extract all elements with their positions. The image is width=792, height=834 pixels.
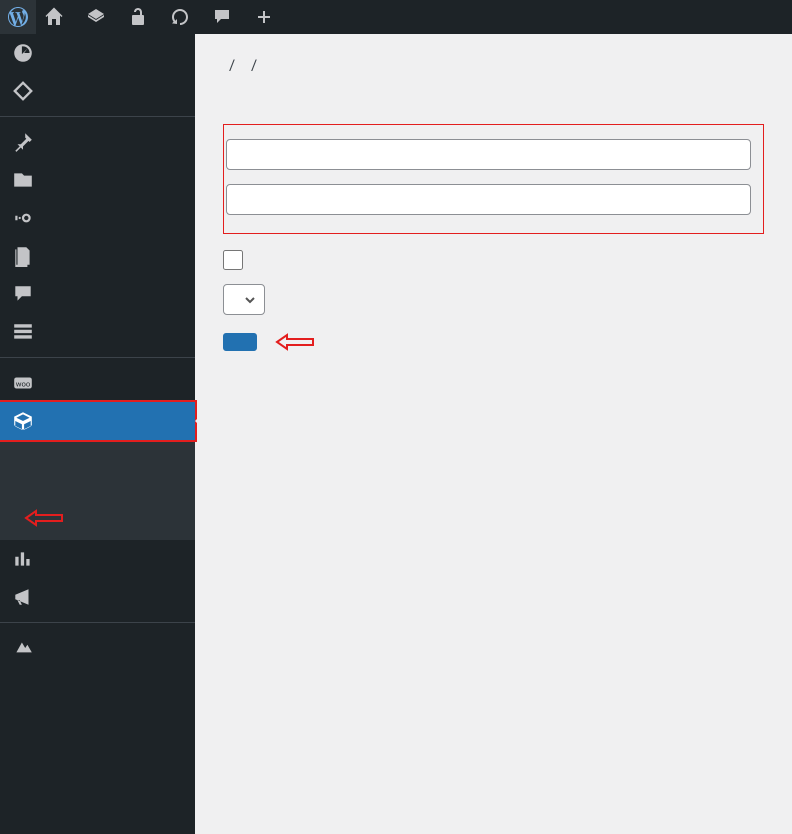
menu-separator (0, 622, 195, 623)
theme-menu[interactable] (78, 0, 120, 34)
activate-theme-menu[interactable] (120, 0, 162, 34)
sidebar-item-marketing[interactable] (0, 578, 195, 616)
unlock-icon (128, 7, 148, 27)
marketing-icon (12, 586, 34, 608)
comment-icon (12, 283, 34, 305)
add-attribute-button[interactable] (223, 333, 257, 351)
sidebar-item-pages[interactable] (0, 237, 195, 275)
home-icon (44, 7, 64, 27)
menu-separator (0, 116, 195, 117)
pin-icon (12, 131, 34, 153)
appearance-icon (12, 637, 34, 659)
sidebar-item-woocommerce[interactable]: woo (0, 364, 195, 402)
submenu-item-categories[interactable] (0, 474, 195, 488)
main-content: / / (195, 34, 792, 834)
analytics-icon (12, 548, 34, 570)
highlighted-form-box (223, 124, 764, 234)
comments-icon (212, 7, 232, 27)
submenu-item-tags[interactable] (0, 488, 195, 502)
flatsome-menu-icon (12, 80, 34, 102)
new-menu[interactable] (246, 0, 288, 34)
blocks-icon (12, 321, 34, 343)
updates-icon (170, 7, 190, 27)
pages-icon (12, 245, 34, 267)
woocommerce-icon: woo (12, 372, 34, 394)
submenu-item-attributes[interactable] (0, 502, 195, 534)
wordpress-icon (8, 7, 28, 27)
sidebar-item-analytics[interactable] (0, 540, 195, 578)
products-submenu (0, 440, 195, 540)
svg-text:woo: woo (16, 379, 31, 388)
sort-order-select[interactable] (223, 284, 265, 315)
highlight-arrow-icon (24, 509, 64, 527)
sidebar-item-products[interactable] (0, 402, 195, 440)
highlight-arrow-icon (275, 333, 315, 351)
name-input[interactable] (226, 139, 751, 170)
sidebar-item-portfolio[interactable] (0, 161, 195, 199)
sidebar-item-comments[interactable] (0, 275, 195, 313)
dashboard-icon (12, 42, 34, 64)
sidebar-item-media[interactable] (0, 199, 195, 237)
flatsome-icon (86, 7, 106, 27)
admin-bar (0, 0, 792, 34)
breadcrumb: / / (223, 56, 764, 74)
admin-sidebar: woo (0, 34, 195, 834)
sidebar-item-posts[interactable] (0, 123, 195, 161)
sidebar-item-flatsome[interactable] (0, 72, 195, 110)
submenu-item-add-new[interactable] (0, 460, 195, 474)
comments-menu[interactable] (204, 0, 246, 34)
wp-logo-menu[interactable] (0, 0, 36, 34)
sidebar-item-dashboard[interactable] (0, 34, 195, 72)
plus-icon (254, 7, 274, 27)
slug-input[interactable] (226, 184, 751, 215)
submenu-item-all-products[interactable] (0, 446, 195, 460)
site-name-menu[interactable] (36, 0, 78, 34)
portfolio-icon (12, 169, 34, 191)
products-icon (12, 410, 34, 432)
menu-separator (0, 357, 195, 358)
enable-archives-checkbox[interactable] (223, 250, 243, 270)
media-icon (12, 207, 34, 229)
sidebar-item-ux-blocks[interactable] (0, 313, 195, 351)
updates-menu[interactable] (162, 0, 204, 34)
sidebar-item-appearance[interactable] (0, 629, 195, 667)
